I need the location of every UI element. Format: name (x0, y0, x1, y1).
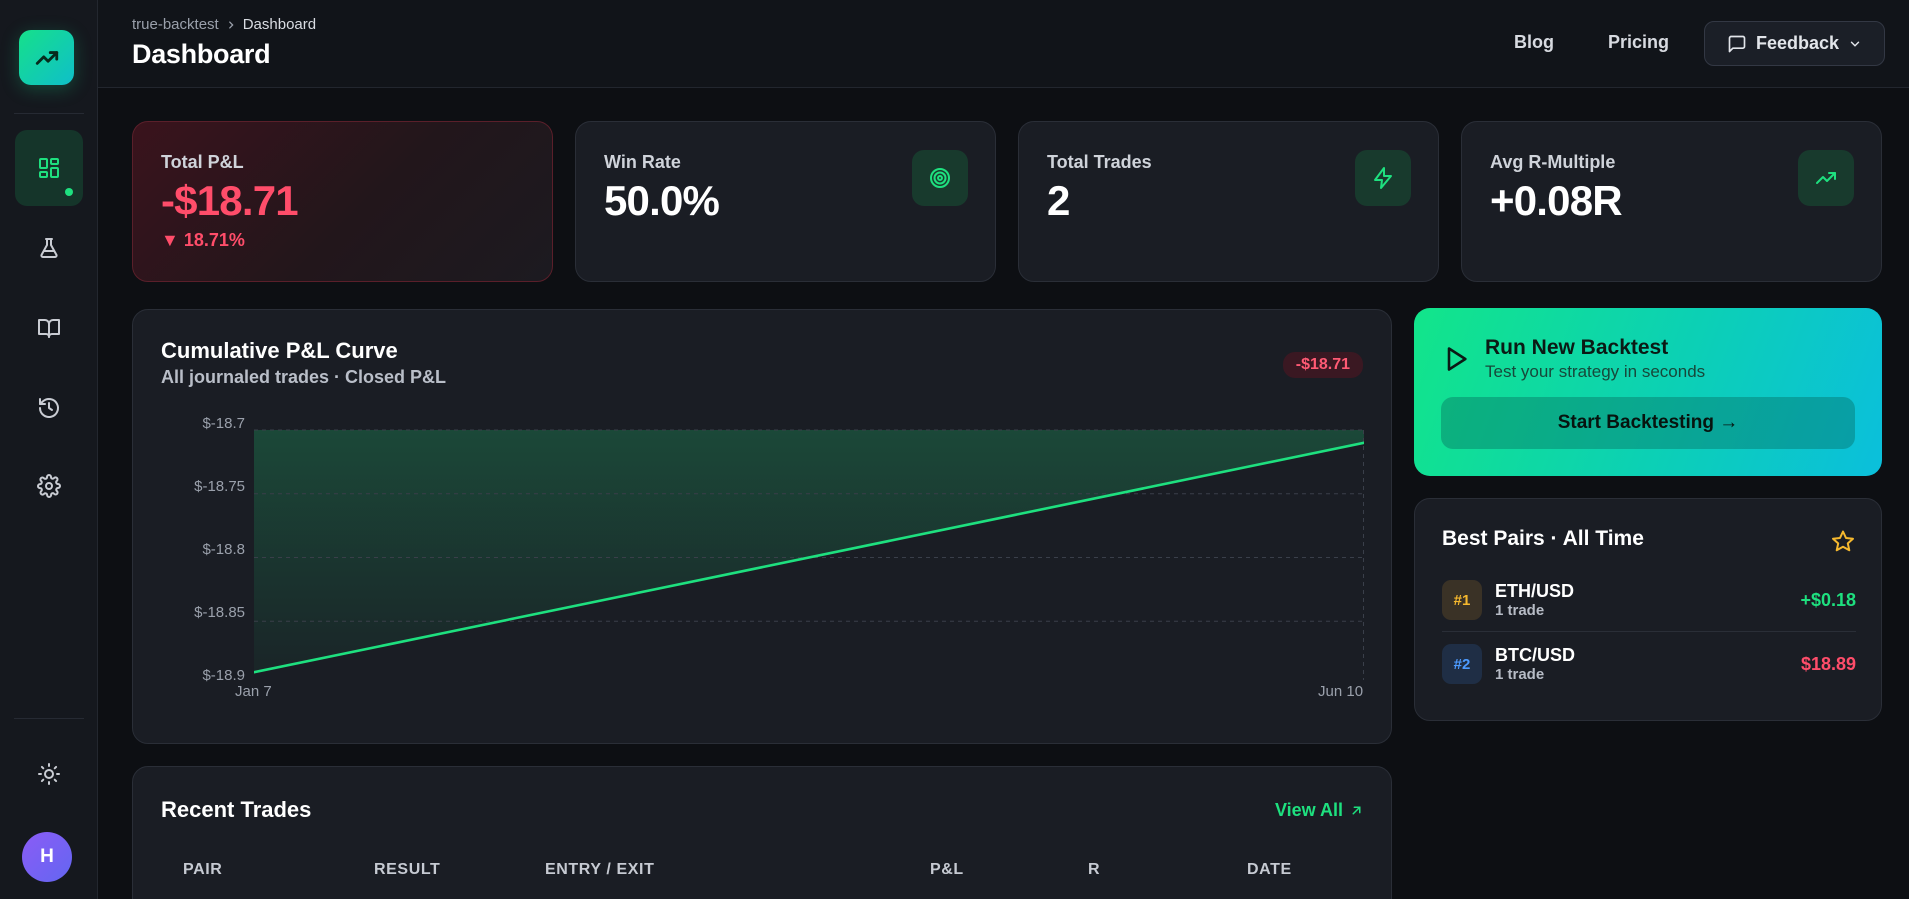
history-icon (39, 398, 59, 418)
chevron-down-icon (1850, 41, 1860, 47)
nav-link-pricing[interactable]: Pricing (1608, 32, 1669, 53)
sun-icon (38, 763, 60, 785)
column-header-date[interactable]: DATE (1247, 861, 1292, 879)
recent-trades-card: Recent Trades View All PAIR RESULT ENTRY… (132, 766, 1392, 899)
backtest-title: Run New Backtest (1485, 336, 1669, 359)
sidebar-item-journal[interactable] (15, 290, 83, 366)
column-header-r[interactable]: R (1088, 861, 1100, 879)
book-open-icon (38, 319, 60, 338)
stat-label: Total P&L (161, 152, 244, 172)
y-tick-label: $-18.85 (194, 604, 245, 621)
stat-value: 50.0% (604, 177, 720, 224)
stat-change: ▼ 18.71% (161, 230, 245, 250)
y-tick-label: $-18.8 (202, 541, 245, 558)
stat-label: Win Rate (604, 152, 681, 172)
pair-row[interactable]: #2 BTC/USD 1 trade $18.89 (1442, 644, 1856, 684)
page-title: Dashboard (132, 39, 271, 69)
breadcrumb: true-backtest Dashboard (132, 16, 316, 33)
sidebar-item-dashboard[interactable] (15, 130, 83, 206)
start-backtesting-button[interactable]: Start Backtesting → (1441, 397, 1855, 449)
layout-grid-icon (39, 158, 59, 178)
stat-card-total-pnl: Total P&L -$18.71 ▼ 18.71% (132, 121, 553, 282)
zap-icon (1374, 167, 1392, 189)
target-icon (930, 168, 950, 188)
chevron-right-icon (228, 20, 234, 29)
backtest-subtitle: Test your strategy in seconds (1485, 362, 1706, 381)
pair-pnl: +$0.18 (1800, 590, 1856, 610)
feedback-label: Feedback (1755, 33, 1840, 53)
pair-divider (1442, 631, 1856, 632)
chart-subtitle: All journaled trades · Closed P&L (161, 367, 447, 387)
pnl-area-fill (254, 430, 1364, 673)
y-tick-label: $-18.75 (194, 478, 245, 495)
view-all-link[interactable]: View All (1275, 800, 1363, 821)
x-tick-label: Jan 7 (235, 683, 272, 700)
pair-pnl: $18.89 (1800, 654, 1856, 674)
flask-icon (40, 238, 58, 258)
view-all-label: View All (1274, 800, 1343, 820)
pair-trade-count: 1 trade (1495, 666, 1545, 683)
theme-toggle[interactable] (15, 736, 83, 812)
pair-trade-count: 1 trade (1495, 602, 1545, 619)
pair-name: BTC/USD (1495, 645, 1575, 665)
stat-icon-box (912, 150, 968, 206)
stat-card-avg-r-multiple: Avg R-Multiple +0.08R (1461, 121, 1882, 282)
column-header-pair[interactable]: PAIR (183, 861, 222, 879)
rank-badge: #2 (1442, 644, 1482, 684)
y-tick-label: $-18.7 (202, 415, 245, 432)
arrow-up-right-icon (1352, 806, 1361, 815)
stat-icon-box (1798, 150, 1854, 206)
breadcrumb-item-project[interactable]: true-backtest (132, 16, 219, 33)
avatar[interactable]: H (22, 832, 72, 882)
run-backtest-card: Run New Backtest Test your strategy in s… (1414, 308, 1882, 476)
nav-link-blog[interactable]: Blog (1514, 32, 1554, 53)
sidebar-divider (14, 718, 84, 719)
stat-value: 2 (1047, 177, 1070, 224)
stat-label: Total Trades (1047, 152, 1152, 172)
sidebar: H (0, 0, 98, 899)
recent-trades-title: Recent Trades (161, 797, 312, 822)
best-pairs-title: Best Pairs · All Time (1442, 527, 1644, 550)
column-header-entry-exit[interactable]: ENTRY / EXIT (545, 861, 654, 879)
stat-label: Avg R-Multiple (1490, 152, 1616, 172)
app-logo[interactable] (19, 30, 74, 85)
play-icon (1447, 347, 1467, 371)
x-tick-label: Jun 10 (1318, 683, 1364, 700)
best-pairs-card: Best Pairs · All Time #1 ETH/USD 1 trade… (1414, 498, 1882, 721)
top-header: true-backtest Dashboard Dashboard Blog P… (98, 0, 1909, 88)
stat-value: -$18.71 (161, 177, 299, 224)
stat-card-win-rate: Win Rate 50.0% (575, 121, 996, 282)
feedback-button[interactable]: Feedback (1704, 21, 1885, 66)
sidebar-item-lab[interactable] (15, 210, 83, 286)
pnl-badge: -$18.71 (1282, 352, 1363, 378)
rank-badge: #1 (1442, 580, 1482, 620)
pnl-chart (254, 429, 1364, 680)
trending-up-icon (35, 50, 58, 65)
sidebar-item-history[interactable] (15, 370, 83, 446)
breadcrumb-item-current: Dashboard (242, 16, 317, 33)
column-header-pnl[interactable]: P&L (930, 861, 964, 879)
pnl-curve-card: Cumulative P&L Curve All journaled trade… (132, 309, 1392, 744)
pair-row[interactable]: #1 ETH/USD 1 trade +$0.18 (1442, 580, 1856, 620)
trending-up-icon (1816, 172, 1836, 184)
stat-icon-box (1355, 150, 1411, 206)
active-indicator-dot (65, 188, 73, 196)
y-tick-label: $-18.9 (202, 667, 245, 684)
stat-value: +0.08R (1490, 177, 1623, 224)
column-header-result[interactable]: RESULT (374, 861, 440, 879)
sidebar-item-settings[interactable] (15, 448, 83, 524)
sidebar-divider (14, 113, 84, 114)
pair-name: ETH/USD (1495, 581, 1575, 601)
stat-card-total-trades: Total Trades 2 (1018, 121, 1439, 282)
chart-title: Cumulative P&L Curve (161, 338, 398, 363)
message-square-icon (1728, 35, 1746, 52)
star-icon[interactable] (1831, 529, 1855, 553)
gear-icon (37, 474, 61, 498)
